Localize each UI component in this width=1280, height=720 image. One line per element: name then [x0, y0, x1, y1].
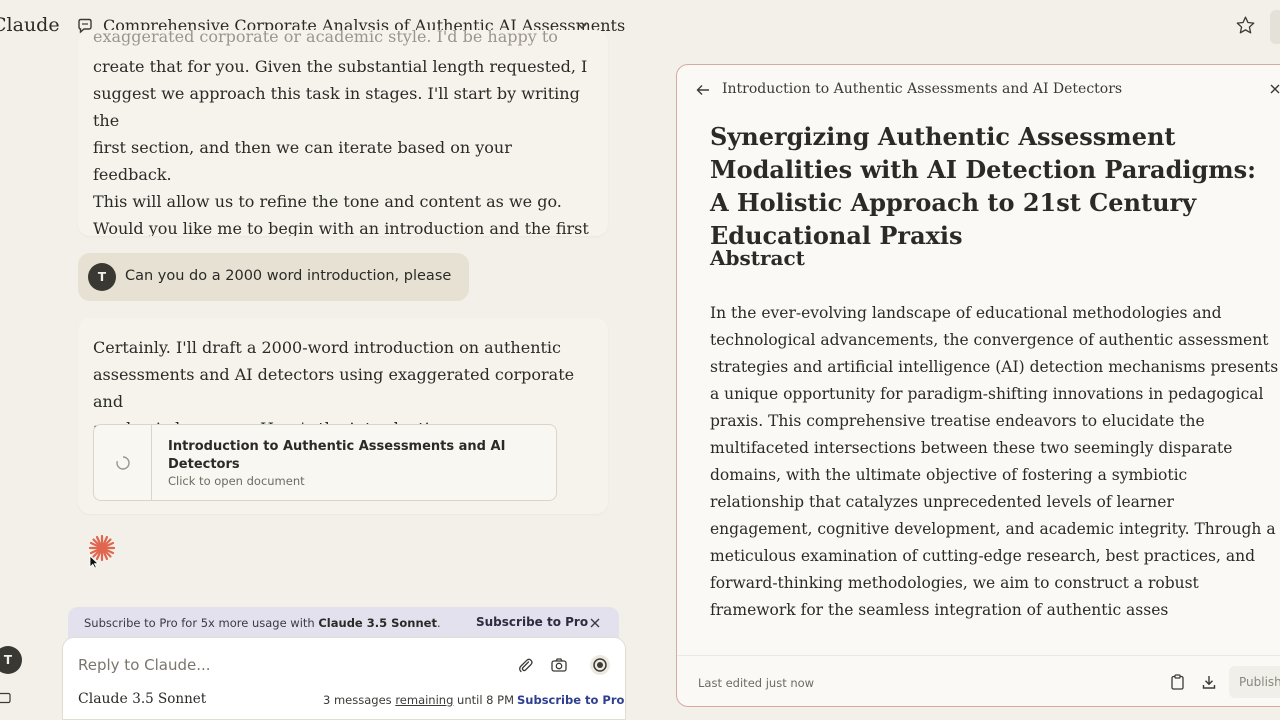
reply-input-box[interactable]: Reply to Claude... Claude 3.5 Sonnet 3 m… — [62, 637, 626, 720]
star-icon[interactable] — [1235, 15, 1256, 36]
assistant-message-text: create that for you. Given the substanti… — [93, 57, 589, 236]
document-title: Synergizing Authentic Assessment Modalit… — [710, 122, 1257, 250]
subscribe-banner: Subscribe to Pro for 5x more usage with … — [68, 607, 619, 639]
side-panel-icon[interactable] — [0, 692, 12, 704]
spinner-icon — [115, 455, 130, 470]
artifact-subtitle: Click to open document — [168, 474, 305, 488]
mouse-cursor-icon — [89, 555, 99, 569]
avatar[interactable]: T — [0, 646, 22, 674]
section-heading: Abstract — [710, 246, 805, 270]
artifact-card[interactable]: Introduction to Authentic Assessments an… — [93, 424, 557, 501]
artifact-panel: Introduction to Authentic Assessments an… — [676, 64, 1280, 707]
user-message: T Can you do a 2000 word introduction, p… — [78, 253, 469, 301]
avatar: T — [88, 263, 116, 291]
download-icon[interactable] — [1201, 674, 1217, 690]
record-icon[interactable] — [589, 654, 611, 676]
close-icon[interactable] — [1269, 83, 1280, 95]
model-selector[interactable]: Claude 3.5 Sonnet — [78, 691, 206, 707]
close-icon[interactable] — [588, 616, 602, 630]
subscribe-banner-text: Subscribe to Pro for 5x more usage with … — [84, 616, 441, 630]
artifact-header-title: Introduction to Authentic Assessments an… — [722, 81, 1123, 97]
assistant-message: Certainly. I'll draft a 2000-word introd… — [78, 318, 608, 514]
artifact-thumbnail — [94, 425, 152, 500]
reply-input[interactable]: Reply to Claude... — [78, 656, 211, 674]
artifact-footer: Last edited just now Publish — [677, 655, 1280, 706]
back-arrow-icon[interactable] — [695, 82, 711, 98]
camera-icon[interactable] — [550, 656, 568, 674]
artifact-title: Introduction to Authentic Assessments an… — [168, 439, 506, 472]
assistant-message: exaggerated corporate or academic style.… — [78, 30, 608, 236]
publish-button[interactable]: Publish — [1229, 666, 1280, 698]
chat-column: exaggerated corporate or academic style.… — [0, 0, 660, 720]
user-message-text: Can you do a 2000 word introduction, ple… — [125, 268, 452, 284]
document-body: In the ever-evolving landscape of educat… — [710, 304, 1279, 619]
usage-remaining-text: 3 messages remaining until 8 PM — [323, 693, 515, 707]
subscribe-to-pro-link[interactable]: Subscribe to Pro — [517, 693, 624, 707]
topbar-edge-button[interactable] — [1270, 10, 1280, 44]
faded-text-line: exaggerated corporate or academic style.… — [93, 30, 558, 46]
copy-icon[interactable] — [1170, 674, 1185, 690]
subscribe-to-pro-button[interactable]: Subscribe to Pro — [476, 615, 588, 629]
paperclip-icon[interactable] — [516, 656, 534, 674]
last-edited-text: Last edited just now — [698, 676, 815, 690]
